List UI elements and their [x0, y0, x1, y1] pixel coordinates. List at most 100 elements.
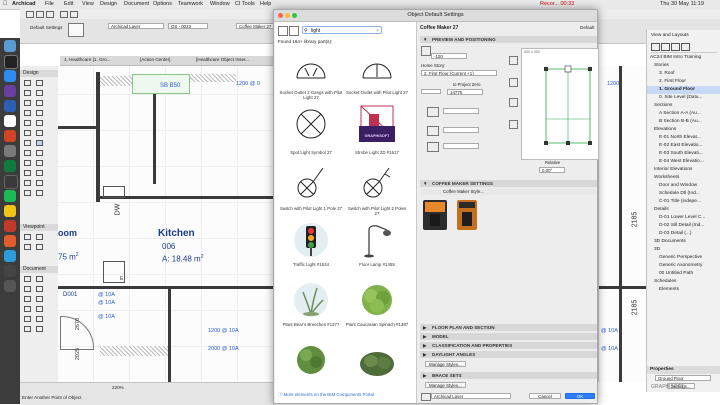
nav-item-3d[interactable]: 3D [647, 246, 720, 254]
arc-tool-icon[interactable] [36, 296, 43, 302]
menu-ci-tools[interactable]: CI Tools [235, 1, 255, 7]
library-item[interactable]: Socket Outlet 2 Gangs with Pilot Light 2… [279, 46, 343, 102]
photos-icon[interactable] [4, 265, 16, 277]
door-tool-icon[interactable] [36, 90, 43, 96]
publisher-icon[interactable] [681, 43, 690, 51]
library-item[interactable] [279, 342, 343, 388]
app-store-icon[interactable] [4, 70, 16, 82]
nav-item-generic-perspective[interactable]: Generic Perspective [647, 254, 720, 262]
nav-item-3d-documents[interactable]: 3D Documents [647, 238, 720, 246]
excel-icon[interactable] [4, 160, 16, 172]
library-item[interactable]: Traffic Light #1534 [279, 222, 343, 280]
section-tool-icon[interactable] [24, 234, 31, 240]
library-item[interactable]: Plant Bear's Breeches #1377 [279, 282, 343, 340]
anchor-icon[interactable] [509, 98, 518, 107]
nav-item-roof[interactable]: 3. Roof [647, 70, 720, 78]
open-icon[interactable] [36, 11, 44, 18]
library-item[interactable]: Spot Light Symbol 27 [279, 104, 343, 160]
library-item[interactable]: Switch with Pilot Light 2 Poles 27 [345, 162, 409, 220]
nav-item-east-elevation[interactable]: E-02 East Elevatio... [647, 142, 720, 150]
hotspot-tool-icon[interactable] [36, 316, 43, 322]
line-tool-icon[interactable] [24, 296, 31, 302]
zone-tool-icon[interactable] [24, 130, 31, 136]
detail-tool-icon[interactable] [24, 244, 31, 250]
notes-icon[interactable] [4, 205, 16, 217]
spline-tool-icon[interactable] [24, 316, 31, 322]
nav-item-elements[interactable]: Elements [647, 286, 720, 294]
floor-plan-canvas[interactable]: SB B50 DW E Kitchen 006 A: 18.48 m2 oom … [58, 66, 274, 382]
library-item[interactable]: GRAPHISOFT Strobe Light 2D #1617 [345, 104, 409, 160]
nav-item-detail-d01[interactable]: D-01 Lower Level C... [647, 214, 720, 222]
dock-app-icon[interactable] [4, 280, 16, 292]
ramp-tool-icon[interactable] [24, 190, 31, 196]
offset-field[interactable] [421, 89, 441, 94]
angle-field[interactable] [443, 143, 479, 149]
nav-item-project[interactable]: AC24 BIM Intro Training [647, 54, 720, 62]
menu-edit[interactable]: Edit [64, 1, 73, 7]
section-preview-positioning[interactable]: ▼ PREVIEW AND POSITIONING [420, 36, 597, 43]
word-icon[interactable] [4, 100, 16, 112]
menu-app-name[interactable]: Archicad [12, 1, 36, 7]
menu-options[interactable]: Options [153, 1, 172, 7]
nav-item-west-elevation[interactable]: E-04 West Elevatio... [647, 158, 720, 166]
mirror-icon[interactable] [427, 142, 439, 152]
menu-help[interactable]: Help [260, 1, 271, 7]
properties-value[interactable]: Ground Floor [655, 375, 711, 381]
window-tool-icon[interactable] [24, 100, 31, 106]
nav-item-door-window[interactable]: Door and Window [647, 182, 720, 190]
nav-item-ground-floor[interactable]: 1. Ground Floor [647, 86, 720, 94]
railing-tool-icon[interactable] [24, 140, 31, 146]
morph-tool-icon[interactable] [36, 160, 43, 166]
section-brace-sets[interactable]: ▶ BRACE SETS [420, 372, 597, 379]
id-field[interactable]: OS - 0023 [168, 23, 208, 29]
nav-item-elevations[interactable]: Elevations [647, 126, 720, 134]
nav-item-interior-elevations[interactable]: Interior Elevations [647, 166, 720, 174]
nav-item-sections[interactable]: Sections [647, 102, 720, 110]
section-classification[interactable]: ▶ CLASSIFICATION AND PROPERTIES [420, 342, 597, 349]
spotify-icon[interactable] [4, 190, 16, 202]
level-dim-tool-icon[interactable] [36, 276, 43, 282]
view-mode-icon[interactable] [289, 26, 299, 36]
close-icon[interactable] [278, 13, 283, 18]
menu-file[interactable]: File [45, 1, 54, 7]
tab-object-insert[interactable]: [Healthcare Object Inser... [196, 57, 249, 62]
apple-icon[interactable]:  [3, 1, 8, 7]
undo-icon[interactable] [60, 11, 68, 18]
object-tool-icon[interactable] [36, 140, 43, 146]
figure-tool-icon[interactable] [24, 326, 31, 332]
corner-window-icon[interactable] [24, 180, 31, 186]
anchor-icon[interactable] [509, 120, 518, 129]
section-coffee-maker-settings[interactable]: ▼ COFFEE MAKER SETTINGS [420, 180, 597, 187]
secondary-plan-view[interactable]: 1200 2185 2185 @ 10A @ 10A [598, 66, 647, 382]
zoom-icon[interactable] [292, 13, 297, 18]
opening-tool-icon[interactable] [36, 170, 43, 176]
cancel-button[interactable]: Cancel [529, 393, 561, 399]
mesh-tool-icon[interactable] [36, 130, 43, 136]
nav-item-first-floor[interactable]: 2. First Floor [647, 78, 720, 86]
tab-action-center[interactable]: [Action Center] [140, 57, 170, 62]
wall-end-icon[interactable] [36, 180, 43, 186]
nav-item-schedule-dtl[interactable]: Schedule Dtl (Ind... [647, 190, 720, 198]
wall-tool-icon[interactable] [24, 90, 31, 96]
menu-design[interactable]: Design [100, 1, 117, 7]
project-map-icon[interactable] [651, 43, 660, 51]
library-item[interactable]: Switch with Pilot Light 1 Pole 27 [279, 162, 343, 220]
nav-item-section-b[interactable]: B Section B-B (Au... [647, 118, 720, 126]
section-model[interactable]: ▶ MODEL [420, 333, 597, 340]
nav-item-south-elevation[interactable]: E-03 South Elevati... [647, 150, 720, 158]
roof-tool-icon[interactable] [24, 120, 31, 126]
zoom-level[interactable]: 220% [112, 385, 124, 390]
home-story-select[interactable]: 2. First Floor (Current +1) [421, 70, 497, 76]
nav-item-details[interactable]: Details [647, 206, 720, 214]
toolbox-design-header[interactable]: Design [20, 70, 58, 77]
elevation-field[interactable]: 14770 [447, 89, 483, 95]
style-selector[interactable]: Coffee Maker Style... [421, 189, 597, 195]
section-floor-plan-section[interactable]: ▶ FLOOR PLAN AND SECTION [420, 324, 597, 331]
toolbox-document-header[interactable]: Document [20, 266, 58, 273]
object-settings-icon[interactable] [68, 23, 84, 37]
nav-item-schedules[interactable]: Schedules [647, 278, 720, 286]
width-field[interactable] [443, 108, 479, 114]
menu-teamwork[interactable]: Teamwork [178, 1, 203, 7]
redo-icon[interactable] [70, 11, 78, 18]
worksheet-tool-icon[interactable] [36, 244, 43, 250]
